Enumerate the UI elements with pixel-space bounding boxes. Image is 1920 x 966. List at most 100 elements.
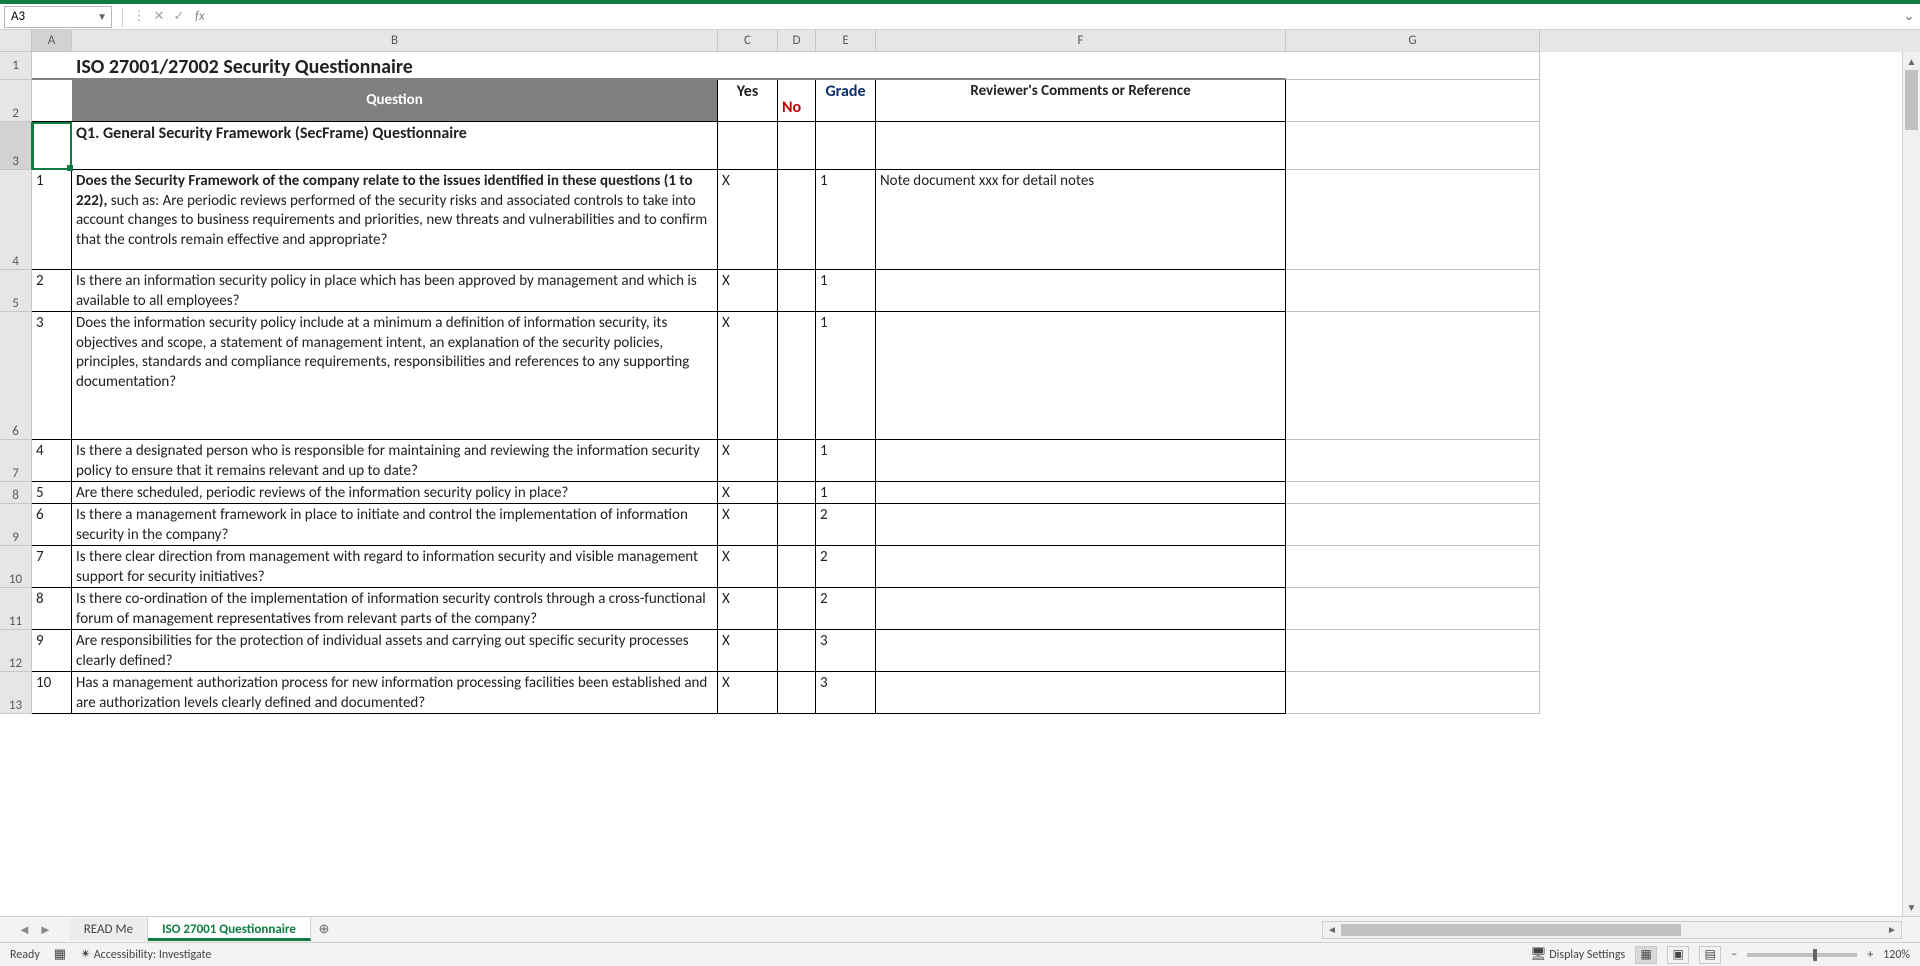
cell-comment[interactable] xyxy=(876,546,1286,588)
cell-number[interactable]: 2 xyxy=(32,270,72,312)
scroll-track[interactable] xyxy=(1903,70,1920,898)
cell-grade[interactable]: 1 xyxy=(816,270,876,312)
cell-blank[interactable] xyxy=(1286,312,1540,440)
col-header-c[interactable]: C xyxy=(718,30,778,52)
cell-blank[interactable] xyxy=(1286,504,1540,546)
cell-comment[interactable] xyxy=(876,630,1286,672)
hscroll-left-icon[interactable]: ◄ xyxy=(1323,922,1341,938)
cell-number[interactable]: 10 xyxy=(32,672,72,714)
cell-grade[interactable]: 1 xyxy=(816,482,876,504)
cell-no[interactable] xyxy=(778,482,816,504)
hscroll-thumb[interactable] xyxy=(1341,924,1681,936)
cell-g1[interactable] xyxy=(1286,52,1540,80)
cell-blank[interactable] xyxy=(1286,170,1540,270)
header-grade[interactable]: Grade xyxy=(816,80,876,122)
header-question[interactable]: Question xyxy=(72,80,718,122)
zoom-slider-knob[interactable] xyxy=(1813,949,1817,961)
cell-d3[interactable] xyxy=(778,122,816,170)
cell-question[interactable]: Does the information security policy inc… xyxy=(72,312,718,440)
row-header-13[interactable]: 13 xyxy=(0,672,32,714)
cell-no[interactable] xyxy=(778,440,816,482)
cell-number[interactable]: 6 xyxy=(32,504,72,546)
new-sheet-button[interactable]: ⊕ xyxy=(311,922,337,937)
cell-blank[interactable] xyxy=(1286,482,1540,504)
col-header-g[interactable]: G xyxy=(1286,30,1540,52)
cell-no[interactable] xyxy=(778,588,816,630)
select-all-corner[interactable] xyxy=(0,30,32,52)
cell-comment[interactable] xyxy=(876,672,1286,714)
cell-yes[interactable]: X xyxy=(718,630,778,672)
cell-comment[interactable] xyxy=(876,270,1286,312)
cell-comment[interactable] xyxy=(876,440,1286,482)
cell-number[interactable]: 4 xyxy=(32,440,72,482)
macro-record-icon[interactable]: ▦ xyxy=(54,947,66,962)
cell-d1[interactable] xyxy=(778,52,816,80)
cell-comment[interactable] xyxy=(876,312,1286,440)
cell-grade[interactable]: 1 xyxy=(816,440,876,482)
cell-question[interactable]: Does the Security Framework of the compa… xyxy=(72,170,718,270)
cell-no[interactable] xyxy=(778,170,816,270)
cell-no[interactable] xyxy=(778,312,816,440)
cell-yes[interactable]: X xyxy=(718,312,778,440)
view-page-break-button[interactable]: ▤ xyxy=(1699,946,1721,964)
tab-nav-next-icon[interactable]: ► xyxy=(39,922,52,938)
zoom-out-button[interactable]: − xyxy=(1731,948,1737,962)
cell-grade[interactable]: 2 xyxy=(816,504,876,546)
accessibility-status[interactable]: ✴ Accessibility: Investigate xyxy=(80,947,211,962)
cell-number[interactable]: 1 xyxy=(32,170,72,270)
cell-f3[interactable] xyxy=(876,122,1286,170)
cell-grade[interactable]: 1 xyxy=(816,170,876,270)
cell-c1[interactable] xyxy=(718,52,778,80)
cell-e1[interactable] xyxy=(816,52,876,80)
cell-blank[interactable] xyxy=(1286,672,1540,714)
cell-no[interactable] xyxy=(778,672,816,714)
grid-body[interactable]: 1 ISO 27001/27002 Security Questionnaire… xyxy=(0,52,1920,916)
col-header-b[interactable]: B xyxy=(72,30,718,52)
cell-section-header[interactable]: Q1. General Security Framework (SecFrame… xyxy=(72,122,718,170)
cell-grade[interactable]: 3 xyxy=(816,630,876,672)
cell-question[interactable]: Is there a management framework in place… xyxy=(72,504,718,546)
cell-number[interactable]: 8 xyxy=(32,588,72,630)
view-normal-button[interactable]: ▦ xyxy=(1635,946,1657,964)
col-header-a[interactable]: A xyxy=(32,30,72,52)
cell-yes[interactable]: X xyxy=(718,170,778,270)
cell-g2[interactable] xyxy=(1286,80,1540,122)
row-header-8[interactable]: 8 xyxy=(0,482,32,504)
hscroll-right-icon[interactable]: ► xyxy=(1883,922,1901,938)
display-settings-button[interactable]: 🖥 Display Settings xyxy=(1530,947,1625,962)
cell-question[interactable]: Is there co-ordination of the implementa… xyxy=(72,588,718,630)
cell-question[interactable]: Is there an information security policy … xyxy=(72,270,718,312)
cell-no[interactable] xyxy=(778,630,816,672)
row-header-7[interactable]: 7 xyxy=(0,440,32,482)
cell-grade[interactable]: 1 xyxy=(816,312,876,440)
cell-no[interactable] xyxy=(778,270,816,312)
cell-question[interactable]: Is there clear direction from management… xyxy=(72,546,718,588)
cell-question[interactable]: Are responsibilities for the protection … xyxy=(72,630,718,672)
cell-yes[interactable]: X xyxy=(718,588,778,630)
row-header-4[interactable]: 4 xyxy=(0,170,32,270)
name-box-dropdown-icon[interactable]: ▼ xyxy=(97,10,107,23)
header-reviewer[interactable]: Reviewer's Comments or Reference xyxy=(876,80,1286,122)
formula-input[interactable] xyxy=(205,6,1898,28)
cell-number[interactable]: 5 xyxy=(32,482,72,504)
cell-yes[interactable]: X xyxy=(718,482,778,504)
cell-blank[interactable] xyxy=(1286,588,1540,630)
cell-number[interactable]: 3 xyxy=(32,312,72,440)
scroll-up-icon[interactable]: ▲ xyxy=(1903,52,1920,70)
zoom-slider[interactable] xyxy=(1747,953,1857,957)
cell-e3[interactable] xyxy=(816,122,876,170)
cell-yes[interactable]: X xyxy=(718,546,778,588)
name-box[interactable]: A3 ▼ xyxy=(4,6,112,28)
col-header-f[interactable]: F xyxy=(876,30,1286,52)
cell-b1-title[interactable]: ISO 27001/27002 Security Questionnaire xyxy=(72,52,718,80)
cell-yes[interactable]: X xyxy=(718,270,778,312)
row-header-11[interactable]: 11 xyxy=(0,588,32,630)
cell-a2[interactable] xyxy=(32,80,72,122)
cell-c3[interactable] xyxy=(718,122,778,170)
scroll-down-icon[interactable]: ▼ xyxy=(1903,898,1920,916)
zoom-in-button[interactable]: + xyxy=(1867,948,1873,962)
tab-nav-prev-icon[interactable]: ◄ xyxy=(18,922,31,938)
cell-comment[interactable] xyxy=(876,504,1286,546)
cell-grade[interactable]: 3 xyxy=(816,672,876,714)
cell-blank[interactable] xyxy=(1286,630,1540,672)
